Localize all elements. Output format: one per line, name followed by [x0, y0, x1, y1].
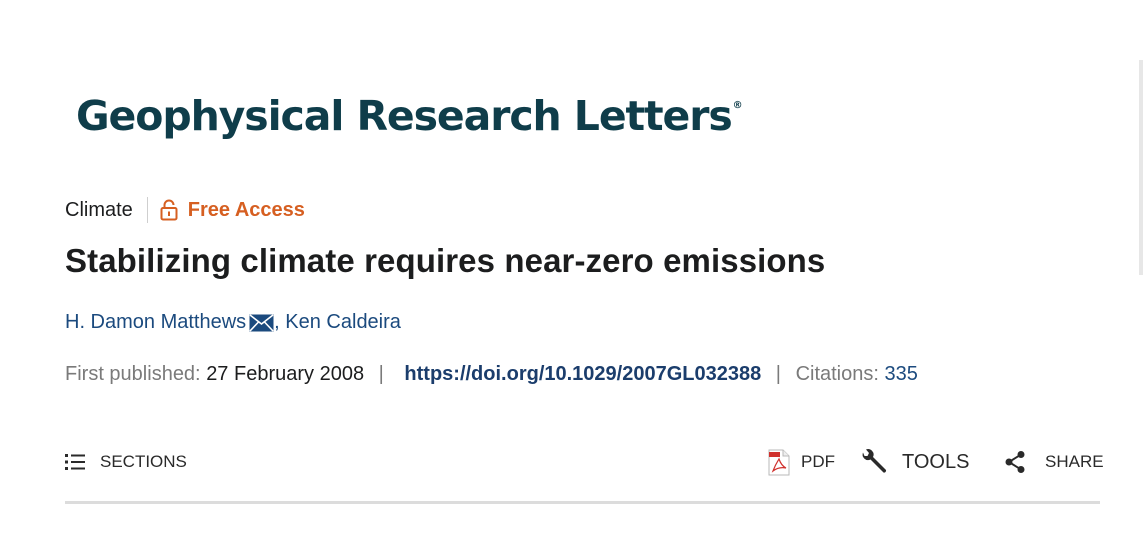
pdf-button[interactable]: PDF	[768, 445, 835, 479]
tools-label: TOOLS	[902, 450, 970, 473]
share-label: SHARE	[1045, 452, 1104, 471]
author-link[interactable]: H. Damon Matthews	[65, 311, 246, 334]
published-date: 27 February 2008	[206, 363, 365, 385]
registered-mark: ®	[732, 100, 743, 111]
list-icon	[65, 453, 85, 471]
info-separator: |	[775, 363, 781, 385]
citations-count[interactable]: 335	[885, 363, 918, 385]
lock-icon	[160, 199, 178, 221]
pdf-icon	[768, 449, 790, 476]
meta-divider	[146, 197, 148, 223]
published-label: First published:	[65, 363, 201, 385]
free-access-badge: Free Access	[187, 198, 305, 221]
wrench-icon	[860, 448, 888, 476]
article-toolbar: SECTIONS PDF TOOLS SHARE	[65, 445, 1104, 479]
article-meta-row: Climate Free Access	[65, 197, 305, 223]
toolbar-divider	[65, 501, 1100, 504]
publication-info: First published: 27 February 2008 | http…	[65, 363, 918, 386]
journal-logo-text: Geophysical Research Letters	[76, 92, 733, 140]
sections-label: SECTIONS	[100, 452, 187, 471]
scrollbar-edge[interactable]	[1139, 60, 1143, 275]
pdf-label: PDF	[801, 452, 835, 471]
share-button[interactable]: SHARE	[1004, 445, 1104, 479]
share-icon	[1004, 450, 1026, 474]
mail-icon[interactable]	[249, 313, 274, 332]
sections-button[interactable]: SECTIONS	[65, 445, 187, 479]
article-subject[interactable]: Climate	[65, 199, 133, 222]
author-link[interactable]: , Ken Caldeira	[274, 311, 401, 334]
info-separator: |	[378, 363, 384, 385]
journal-logo[interactable]: Geophysical Research Letters®	[76, 92, 743, 140]
citations-label: Citations:	[795, 363, 879, 385]
article-title: Stabilizing climate requires near-zero e…	[65, 242, 826, 279]
doi-link[interactable]: https://doi.org/10.1029/2007GL032388	[404, 363, 761, 385]
author-list: H. Damon Matthews , Ken Caldeira	[65, 311, 401, 334]
tools-button[interactable]: TOOLS	[860, 445, 969, 479]
